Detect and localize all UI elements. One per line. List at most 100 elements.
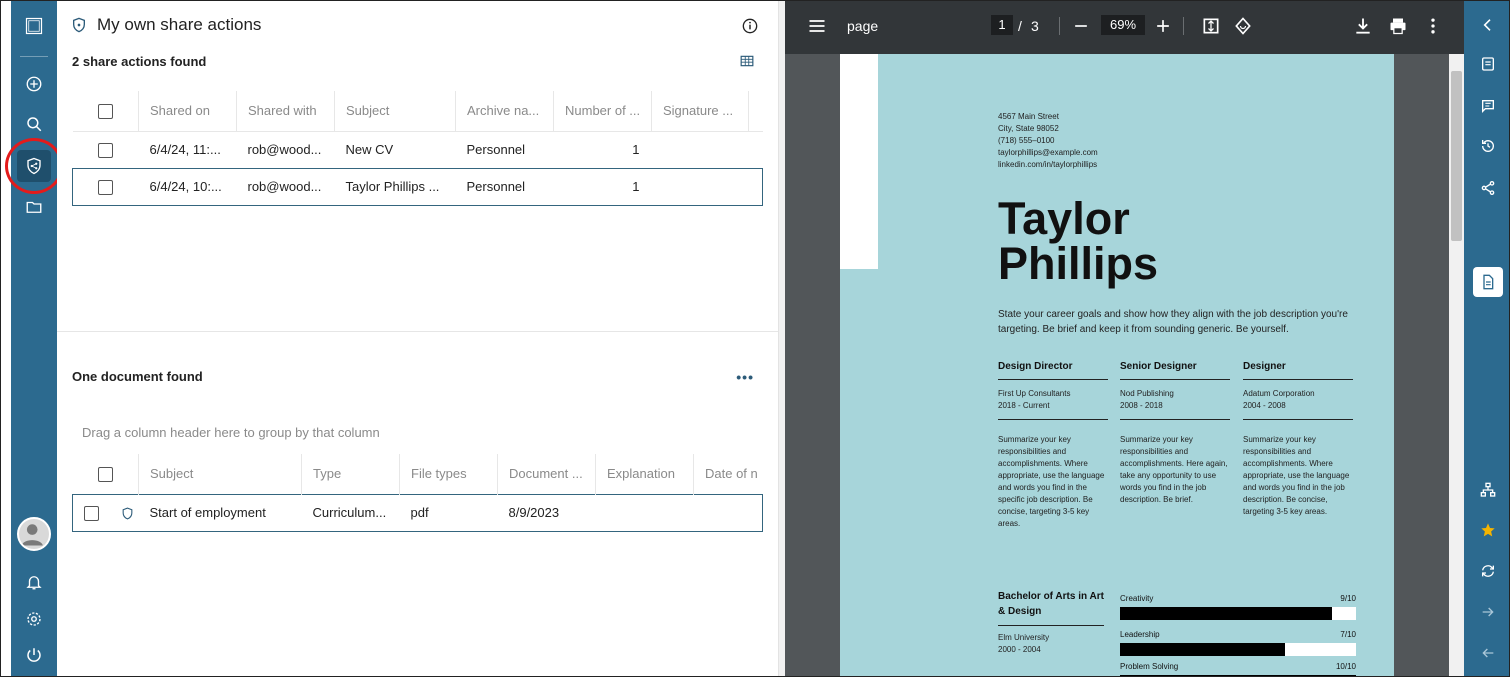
cell-shared-with: rob@wood... [236,130,335,168]
job-description: Summarize your key responsibilities and … [1120,435,1228,504]
page-accent-block [840,54,878,269]
group-by-hint[interactable]: Drag a column header here to group by th… [82,425,380,440]
panel-header: My own share actions [71,15,261,35]
history-icon [1481,139,1494,152]
document-list-icon [1481,57,1494,71]
table-view-icon[interactable] [740,54,754,68]
skill-score: 10/10 [1335,662,1356,671]
left-nav-rail [11,1,57,676]
nav-folder-button[interactable] [11,191,57,223]
collapse-panel-button[interactable] [1464,10,1509,40]
nav-logout-button[interactable] [11,639,57,671]
comment-icon [1481,100,1494,113]
share-button[interactable] [1464,173,1509,203]
hierarchy-button[interactable] [1464,475,1509,505]
skill-score: 9/10 [1340,594,1356,603]
table-row-selected[interactable]: Start of employment Curriculum... pdf 8/… [72,493,763,532]
next-button[interactable] [1464,597,1509,627]
page-total: 3 [1031,18,1039,34]
column-header[interactable]: File types [399,454,498,494]
table-header-row: Subject Type File types Document ... Exp… [73,454,763,494]
skill-name: Leadership [1120,630,1160,639]
job-description: Summarize your key responsibilities and … [1243,435,1350,516]
cell-subject: New CV [334,130,456,168]
rotate-icon[interactable] [1233,16,1253,36]
table-header-row: Shared on Shared with Subject Archive na… [73,91,763,131]
previous-button[interactable] [1464,638,1509,668]
column-header[interactable]: Type [301,454,400,494]
user-avatar[interactable] [17,517,51,551]
column-header[interactable]: Number of ... [553,91,652,131]
page-number-input[interactable]: 1 [991,15,1013,35]
right-tool-rail [1464,1,1509,676]
table-row-selected[interactable]: 6/4/24, 10:... rob@wood... Taylor Philli… [72,167,763,206]
download-icon[interactable] [1353,16,1373,36]
print-icon[interactable] [1388,16,1408,36]
more-options-icon[interactable]: ••• [736,369,754,385]
job-title: Designer [1243,361,1353,380]
nav-settings-button[interactable] [11,603,57,635]
address-line: City, State 98052 [998,124,1059,133]
pdf-toolbar: page 1 / 3 69% [785,1,1464,54]
column-header[interactable]: Document ... [497,454,596,494]
cell-signature [651,130,749,168]
section-divider [57,331,778,332]
row-checkbox[interactable] [98,142,113,158]
comments-button[interactable] [1464,91,1509,121]
row-checkbox[interactable] [84,505,99,521]
row-checkbox[interactable] [98,179,114,195]
nav-share-actions-button[interactable] [17,150,51,182]
menu-icon[interactable] [807,16,827,36]
select-all-checkbox-cell[interactable] [73,91,139,131]
zoom-input[interactable]: 69% [1101,15,1145,35]
nav-notifications-button[interactable] [11,566,57,598]
share-actions-panel: My own share actions 2 share actions fou… [57,1,778,676]
column-header[interactable]: Signature ... [651,91,749,131]
nav-add-button[interactable] [11,68,57,100]
bell-icon [26,576,42,590]
search-icon [27,117,42,132]
folder-icon [26,201,42,213]
column-header[interactable]: Explanation [595,454,694,494]
shield-share-icon [27,157,41,175]
history-button[interactable] [1464,131,1509,161]
preview-button[interactable] [1473,267,1503,297]
zoom-out-icon[interactable] [1071,16,1091,36]
column-header[interactable]: Subject [138,454,302,494]
info-icon[interactable] [742,18,758,34]
column-header[interactable]: Archive na... [455,91,554,131]
address-line: linkedin.com/in/taylorphillips [998,160,1098,169]
table-row[interactable]: 6/4/24, 11:... rob@wood... New CV Person… [72,130,763,168]
gear-icon [27,612,41,626]
column-header-overflow [748,91,763,131]
app-window: My own share actions 2 share actions fou… [0,0,1510,677]
column-header[interactable]: Shared on [138,91,237,131]
fit-page-icon[interactable] [1201,16,1221,36]
cell-signature [651,167,749,206]
education-entry: Bachelor of Arts in Art & Design Elm Uni… [998,589,1104,656]
cell-date [693,493,763,532]
share-count-label: 2 share actions found [72,54,207,69]
rail-divider [20,56,48,57]
app-logo[interactable] [11,10,57,42]
favorite-button[interactable] [1464,515,1509,545]
more-vertical-icon[interactable] [1423,16,1443,36]
select-all-checkbox[interactable] [97,466,113,482]
cell-type: Curriculum... [301,493,400,532]
cell-archive: Personnel [455,130,554,168]
pdf-page: 4567 Main Street City, State 98052 (718)… [840,54,1394,676]
job-title: Design Director [998,361,1108,380]
cell-shared-on: 6/4/24, 11:... [138,130,237,168]
nav-search-button[interactable] [11,108,57,140]
column-header[interactable]: Date of n [693,454,763,494]
sync-button[interactable] [1464,556,1509,586]
zoom-in-icon[interactable] [1153,16,1173,36]
pane-splitter[interactable] [778,1,785,676]
column-header[interactable]: Shared with [236,91,335,131]
column-header[interactable]: Subject [334,91,456,131]
properties-button[interactable] [1464,49,1509,79]
pdf-scrollbar-thumb[interactable] [1451,71,1462,241]
document-count-label: One document found [72,369,203,384]
share-icon [1481,181,1494,195]
select-all-checkbox[interactable] [97,103,113,119]
